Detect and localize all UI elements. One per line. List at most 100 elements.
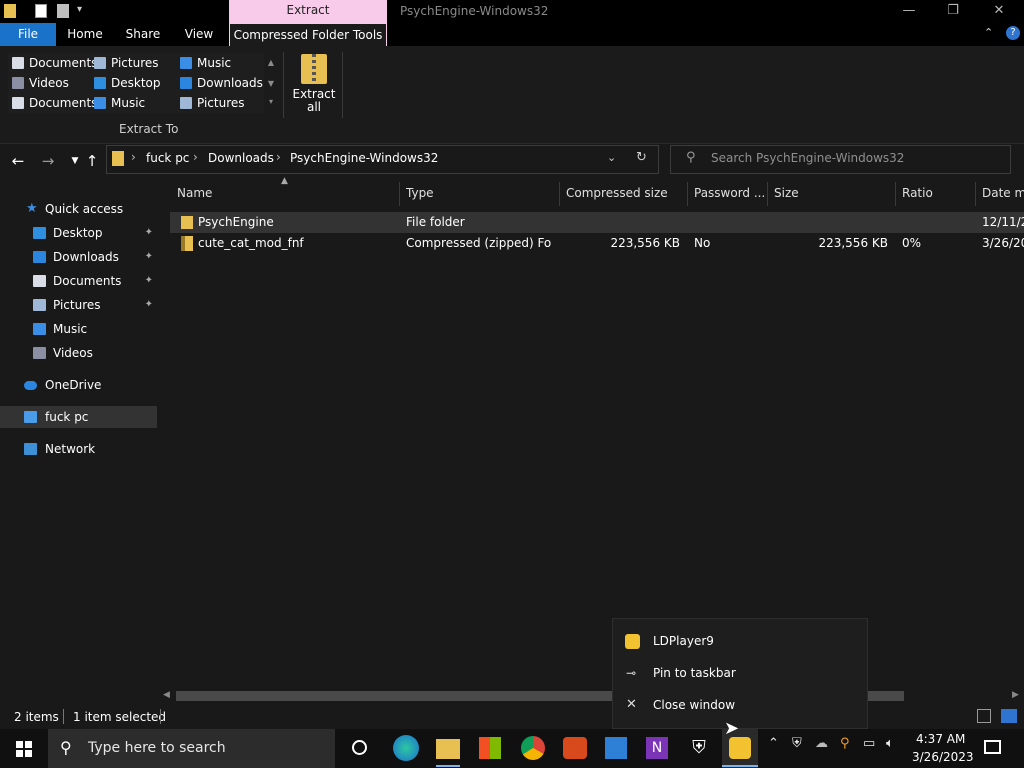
clock-time[interactable]: 4:37 AM [916, 732, 965, 746]
column-header-type[interactable]: Type [406, 180, 556, 206]
table-row[interactable]: cute_cat_mod_fnf Compressed (zipped) Fol… [170, 233, 1024, 254]
cortana-icon[interactable] [352, 740, 367, 755]
help-icon[interactable]: ? [1006, 26, 1020, 40]
gallery-item-pictures[interactable]: Pictures [94, 53, 178, 73]
file-size: 223,556 KB [818, 236, 888, 250]
clock-date[interactable]: 3/26/2023 [912, 750, 974, 764]
jumplist-app-ldplayer[interactable]: LDPlayer9 [612, 625, 868, 657]
file-explorer-icon[interactable] [436, 739, 460, 759]
ribbon-separator [342, 52, 343, 118]
gallery-item-pictures-2[interactable]: Pictures [180, 93, 264, 113]
column-separator[interactable] [399, 182, 400, 206]
breadcrumb-separator[interactable]: › [193, 150, 198, 164]
column-separator[interactable] [559, 182, 560, 206]
breadcrumb-downloads[interactable]: Downloads [208, 151, 274, 165]
breadcrumb-current[interactable]: PsychEngine-Windows32 [290, 151, 438, 165]
window-title: PsychEngine-Windows32 [400, 4, 549, 18]
table-row[interactable]: PsychEngine File folder 12/11/20 [170, 212, 1024, 233]
nav-documents[interactable]: Documents ✦ [0, 270, 157, 292]
gallery-item-videos[interactable]: Videos [12, 73, 96, 93]
photos-icon[interactable] [605, 737, 627, 759]
address-dropdown-icon[interactable]: ⌄ [607, 151, 616, 164]
gallery-scroll-down-icon[interactable]: ▼ [266, 79, 276, 88]
file-name: cute_cat_mod_fnf [198, 236, 304, 250]
documents-icon [12, 57, 24, 69]
column-header-size[interactable]: Size [774, 180, 892, 206]
gallery-item-documents[interactable]: Documents [12, 53, 97, 73]
search-placeholder: Search PsychEngine-Windows32 [711, 151, 905, 165]
nav-quick-access[interactable]: ★ Quick access [0, 198, 157, 220]
tab-file[interactable]: File [0, 23, 56, 46]
nav-videos[interactable]: Videos [0, 342, 157, 364]
breadcrumb-this-pc[interactable]: fuck pc [146, 151, 189, 165]
show-hidden-icons-icon[interactable]: ⌃ [768, 736, 779, 751]
gallery-item-music[interactable]: Music [94, 93, 178, 113]
tab-compressed-folder-tools[interactable]: Compressed Folder Tools [229, 23, 387, 46]
gallery-item-downloads[interactable]: Downloads [180, 73, 264, 93]
scroll-left-icon[interactable]: ◀ [163, 690, 170, 700]
security-shield-icon[interactable]: ⛨ [689, 737, 709, 759]
file-date: 12/11/20 [982, 215, 1024, 229]
gallery-item-desktop[interactable]: Desktop [94, 73, 178, 93]
column-header-name[interactable]: Name [177, 180, 397, 206]
volume-icon[interactable]: 🔈︎ [886, 736, 894, 751]
minimize-button[interactable]: — [886, 0, 932, 23]
column-header-compressed-size[interactable]: Compressed size [566, 180, 684, 206]
gallery-item-documents-2[interactable]: Documents [12, 93, 97, 113]
nav-downloads[interactable]: Downloads ✦ [0, 246, 157, 268]
column-separator[interactable] [767, 182, 768, 206]
pin-icon: ✦ [144, 299, 153, 310]
scroll-right-icon[interactable]: ▶ [1012, 690, 1019, 700]
gallery-more-icon[interactable]: ▾ [266, 97, 276, 106]
column-header-date-modified[interactable]: Date mo [982, 180, 1024, 206]
microsoft-store-icon[interactable] [479, 737, 501, 759]
refresh-icon[interactable]: ↻ [636, 150, 647, 165]
nav-desktop[interactable]: Desktop ✦ [0, 222, 157, 244]
breadcrumb-separator[interactable]: › [276, 150, 281, 164]
videos-icon [12, 77, 24, 89]
gallery-item-music-2[interactable]: Music [180, 53, 264, 73]
status-divider [160, 709, 161, 724]
nav-network[interactable]: Network [0, 438, 157, 460]
column-separator[interactable] [687, 182, 688, 206]
jumplist-pin-to-taskbar[interactable]: ⊸ Pin to taskbar [612, 657, 868, 689]
back-arrow-icon[interactable]: ← [7, 150, 29, 172]
onenote-icon[interactable]: N [646, 737, 668, 759]
defender-shield-icon[interactable]: ⛨ [792, 736, 802, 751]
details-view-icon[interactable] [977, 709, 991, 723]
large-icons-view-icon[interactable] [1001, 709, 1017, 723]
up-arrow-icon[interactable]: ↑ [81, 150, 103, 172]
extract-all-button[interactable]: Extract all [290, 52, 338, 114]
jumplist-close-window[interactable]: ✕ Close window [612, 689, 868, 721]
game-app-icon[interactable] [563, 737, 587, 759]
column-header-ratio[interactable]: Ratio [902, 180, 972, 206]
edge-icon[interactable] [393, 735, 419, 761]
tab-home[interactable]: Home [60, 23, 110, 46]
column-separator[interactable] [975, 182, 976, 206]
chrome-icon[interactable] [521, 736, 545, 760]
tab-view[interactable]: View [176, 23, 222, 46]
customize-qat-icon[interactable]: ▾ [77, 4, 82, 15]
search-tray-icon[interactable]: ⚲ [840, 736, 850, 751]
windows-start-icon[interactable] [16, 741, 32, 757]
properties-icon[interactable] [35, 4, 47, 18]
restore-button[interactable]: ❐ [930, 0, 976, 23]
onedrive-icon[interactable]: ☁ [815, 736, 828, 751]
collapse-ribbon-icon[interactable]: ⌃ [984, 26, 993, 39]
nav-music[interactable]: Music [0, 318, 157, 340]
forward-arrow-icon[interactable]: → [37, 150, 59, 172]
action-center-icon[interactable] [984, 740, 1001, 754]
column-separator[interactable] [895, 182, 896, 206]
nav-onedrive[interactable]: OneDrive [0, 374, 157, 396]
gallery-scroll-up-icon[interactable]: ▲ [266, 58, 276, 67]
videos-icon [33, 347, 46, 359]
tab-share[interactable]: Share [119, 23, 167, 46]
column-header-password[interactable]: Password ... [694, 180, 764, 206]
pictures-icon [180, 97, 192, 109]
nav-this-pc[interactable]: fuck pc [0, 406, 157, 428]
close-button[interactable]: ✕ [976, 0, 1022, 23]
breadcrumb-separator[interactable]: › [131, 150, 136, 164]
network-tray-icon[interactable]: ▭ [863, 736, 875, 751]
new-folder-icon[interactable] [57, 4, 69, 18]
nav-pictures[interactable]: Pictures ✦ [0, 294, 157, 316]
